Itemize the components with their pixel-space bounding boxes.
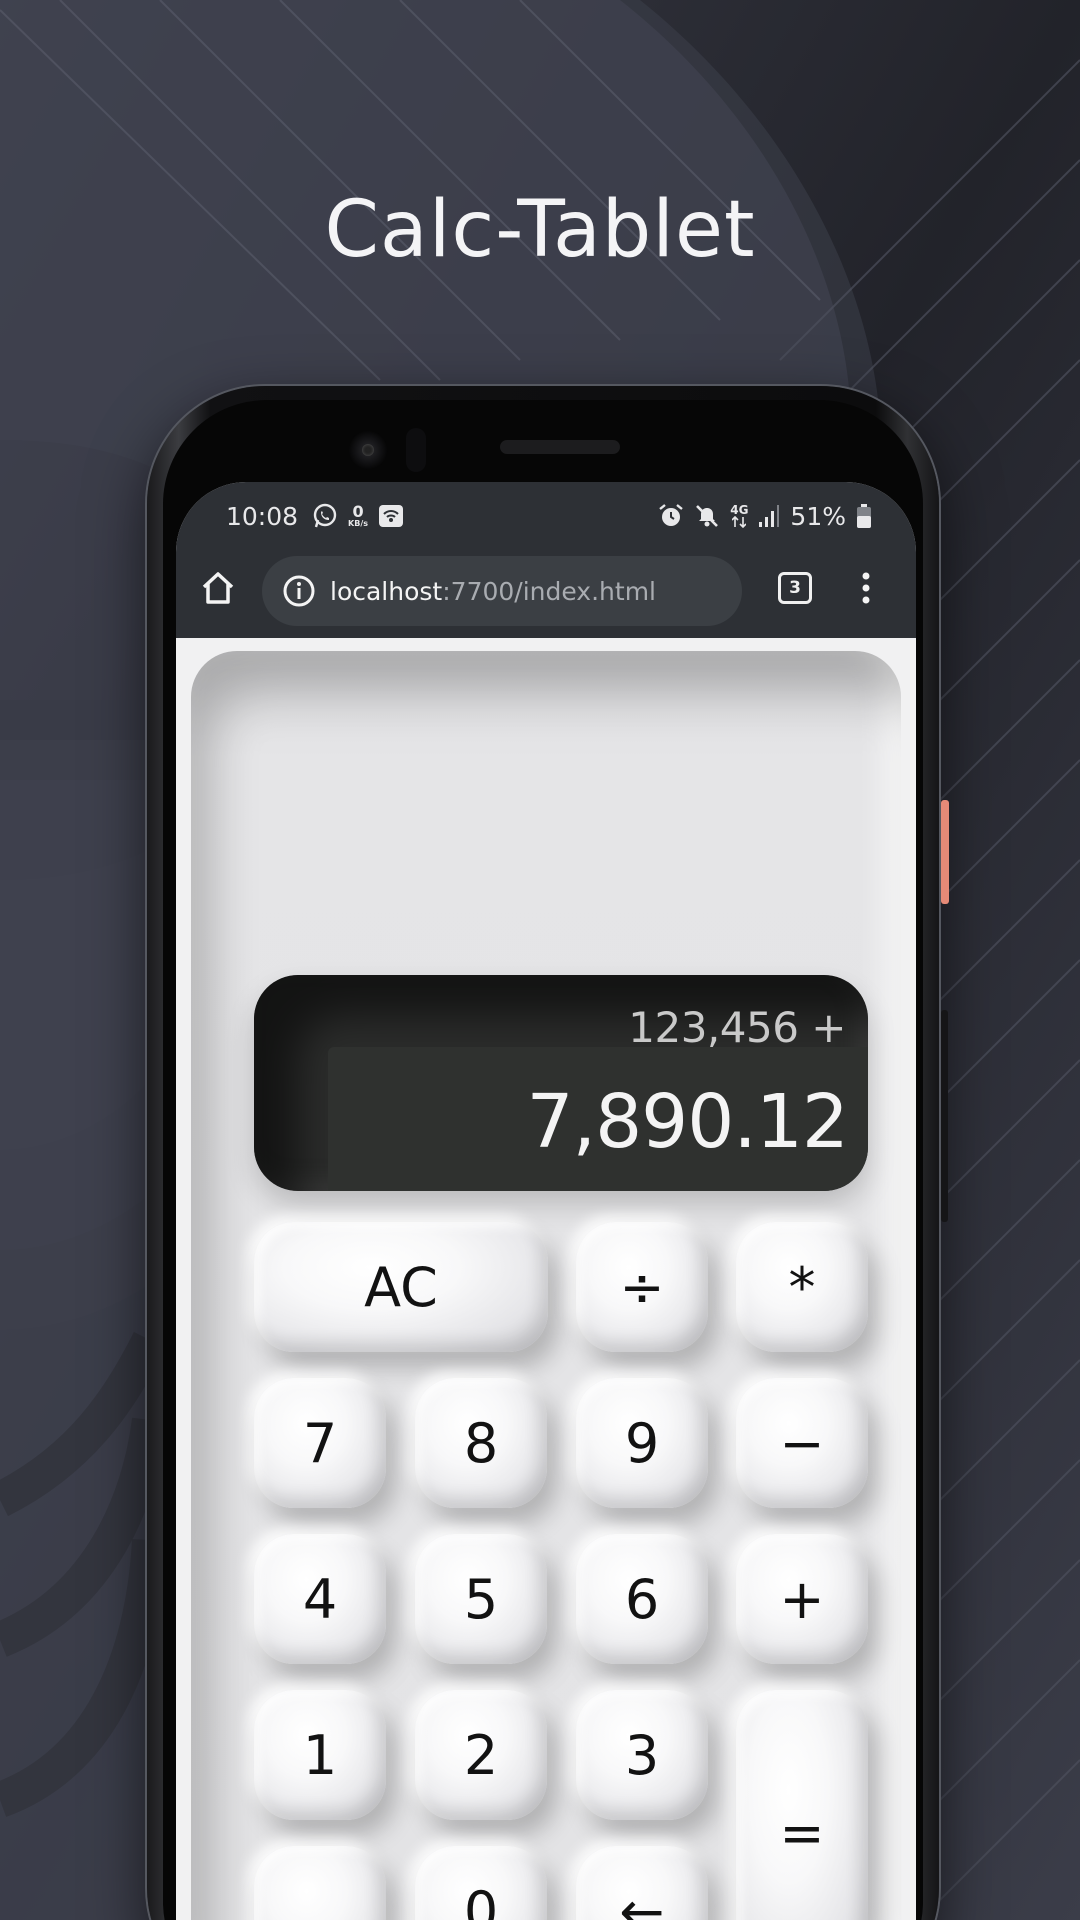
home-button[interactable] xyxy=(198,568,238,608)
home-icon xyxy=(202,572,234,604)
url-host: localhost xyxy=(330,576,443,606)
browser-menu-button[interactable] xyxy=(856,568,876,608)
proximity-sensor xyxy=(406,428,426,472)
tab-switcher-button[interactable]: 3 xyxy=(778,572,812,604)
status-bar: 10:08 0 KB/s 4G 51% xyxy=(176,482,916,540)
key-minus[interactable]: − xyxy=(736,1378,868,1508)
promo-title: Calc-Tablet xyxy=(324,185,756,275)
power-button xyxy=(941,800,949,904)
key-4[interactable]: 4 xyxy=(254,1534,386,1664)
key-backspace[interactable]: ← xyxy=(576,1846,708,1920)
wifi-hotspot-icon xyxy=(378,504,404,528)
whatsapp-icon xyxy=(312,503,338,529)
key-decimal[interactable]: . xyxy=(254,1846,386,1920)
key-divide[interactable]: ÷ xyxy=(576,1222,708,1352)
net-speed: 0 KB/s xyxy=(348,502,369,528)
earpiece-speaker xyxy=(500,440,620,454)
calculator-display: 123,456 + 7,890.12 xyxy=(254,975,868,1191)
display-expression: 123,456 + xyxy=(628,1003,846,1052)
battery-icon xyxy=(856,503,872,529)
key-2[interactable]: 2 xyxy=(415,1690,547,1820)
info-icon[interactable] xyxy=(282,574,316,608)
web-page: 123,456 + 7,890.12 AC ÷ * 7 8 9 − 4 5 6 … xyxy=(176,638,916,1920)
key-3[interactable]: 3 xyxy=(576,1690,708,1820)
key-1[interactable]: 1 xyxy=(254,1690,386,1820)
key-plus[interactable]: + xyxy=(736,1534,868,1664)
volume-button xyxy=(941,1010,948,1222)
mute-icon xyxy=(694,503,720,529)
key-8[interactable]: 8 xyxy=(415,1378,547,1508)
key-ac[interactable]: AC xyxy=(254,1222,548,1352)
calculator-panel: 123,456 + 7,890.12 AC ÷ * 7 8 9 − 4 5 6 … xyxy=(191,651,901,1920)
phone-screen: 10:08 0 KB/s 4G 51% localhost:7700/inde… xyxy=(176,482,916,1920)
key-0[interactable]: 0 xyxy=(415,1846,547,1920)
key-9[interactable]: 9 xyxy=(576,1378,708,1508)
front-camera xyxy=(348,430,388,470)
alarm-icon xyxy=(658,503,684,529)
key-6[interactable]: 6 xyxy=(576,1534,708,1664)
battery-percent: 51% xyxy=(790,501,846,531)
key-equals[interactable]: = xyxy=(736,1690,868,1920)
key-5[interactable]: 5 xyxy=(415,1534,547,1664)
status-time: 10:08 xyxy=(226,501,299,531)
address-bar[interactable]: localhost:7700/index.html xyxy=(262,556,742,626)
signal-icon xyxy=(758,504,780,528)
more-vert-icon xyxy=(862,572,870,604)
url-path: :7700/index.html xyxy=(442,576,656,606)
network-type-icon: 4G xyxy=(730,504,748,528)
key-7[interactable]: 7 xyxy=(254,1378,386,1508)
display-result: 7,890.12 xyxy=(526,1079,849,1165)
key-multiply[interactable]: * xyxy=(736,1222,868,1352)
browser-toolbar: localhost:7700/index.html 3 xyxy=(176,540,916,638)
